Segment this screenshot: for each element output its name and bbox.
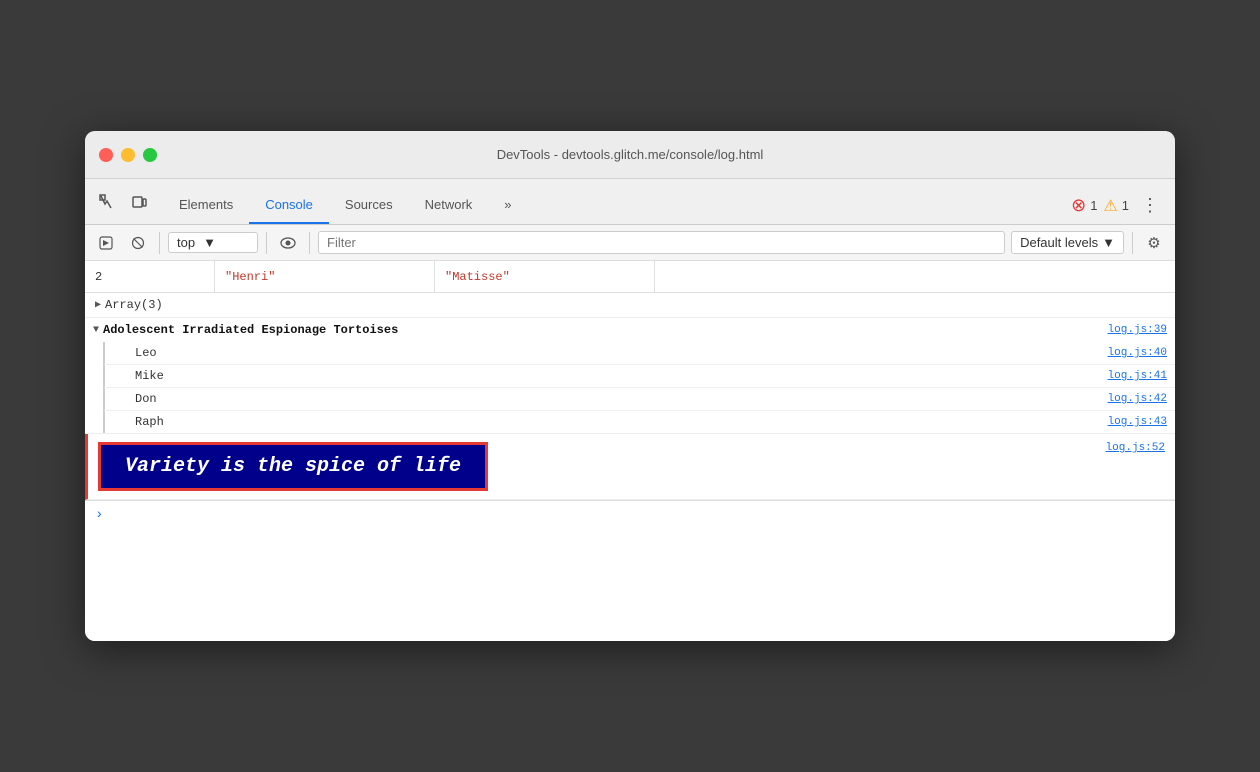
log-item-name: Don bbox=[135, 392, 157, 406]
list-item: Mike log.js:41 bbox=[103, 365, 1175, 388]
console-toolbar: top ▼ Default levels ▼ ⚙ bbox=[85, 225, 1175, 261]
toolbar-divider bbox=[159, 232, 160, 254]
toolbar-divider-2 bbox=[266, 232, 267, 254]
inspect-icon[interactable] bbox=[93, 188, 121, 216]
log-group-header[interactable]: ▼ Adolescent Irradiated Espionage Tortoi… bbox=[85, 318, 1175, 342]
group-source-ref[interactable]: log.js:39 bbox=[1108, 324, 1167, 336]
log-group-header-left: ▼ Adolescent Irradiated Espionage Tortoi… bbox=[93, 323, 398, 337]
prompt-icon: › bbox=[95, 507, 103, 523]
toolbar-divider-4 bbox=[1132, 232, 1133, 254]
warn-count: 1 bbox=[1122, 198, 1129, 213]
settings-icon[interactable]: ⚙ bbox=[1141, 230, 1167, 256]
minimize-button[interactable] bbox=[121, 148, 135, 162]
close-button[interactable] bbox=[99, 148, 113, 162]
array-row[interactable]: ▶ Array(3) bbox=[85, 293, 1175, 318]
styled-console-box: Variety is the spice of life bbox=[98, 442, 488, 491]
tab-more[interactable]: » bbox=[488, 186, 527, 224]
group-collapse-icon: ▼ bbox=[93, 325, 99, 336]
error-icon: ⊗ bbox=[1071, 195, 1086, 216]
expand-triangle-icon: ▶ bbox=[95, 299, 101, 311]
filter-input[interactable] bbox=[318, 231, 1005, 254]
table-cell-empty bbox=[655, 261, 1175, 292]
window-title: DevTools - devtools.glitch.me/console/lo… bbox=[497, 147, 764, 162]
devtools-window: DevTools - devtools.glitch.me/console/lo… bbox=[85, 131, 1175, 641]
warn-icon: ⚠ bbox=[1103, 196, 1117, 216]
list-item: Leo log.js:40 bbox=[103, 342, 1175, 365]
context-selector[interactable]: top ▼ bbox=[168, 232, 258, 253]
tab-bar-icons bbox=[93, 188, 153, 224]
table-cell-firstname: "Henri" bbox=[215, 261, 435, 292]
clear-console-icon[interactable] bbox=[125, 230, 151, 256]
maximize-button[interactable] bbox=[143, 148, 157, 162]
list-item: Don log.js:42 bbox=[103, 388, 1175, 411]
tab-bar: Elements Console Sources Network » ⊗ 1 ⚠… bbox=[85, 179, 1175, 225]
styled-text: Variety is the spice of life bbox=[125, 455, 461, 478]
array-label: Array(3) bbox=[105, 298, 163, 312]
styled-source-ref[interactable]: log.js:52 bbox=[1106, 442, 1165, 454]
traffic-lights bbox=[85, 148, 157, 162]
tab-network[interactable]: Network bbox=[409, 186, 489, 224]
log-item-ref[interactable]: log.js:43 bbox=[1108, 416, 1167, 428]
console-input-row: › bbox=[85, 500, 1175, 529]
table-data-row: 2 "Henri" "Matisse" bbox=[85, 261, 1175, 293]
device-icon[interactable] bbox=[125, 188, 153, 216]
group-title: Adolescent Irradiated Espionage Tortoise… bbox=[103, 323, 398, 337]
table-cell-index: 2 bbox=[85, 261, 215, 292]
log-item-name: Raph bbox=[135, 415, 164, 429]
title-bar: DevTools - devtools.glitch.me/console/lo… bbox=[85, 131, 1175, 179]
kebab-menu-button[interactable]: ⋮ bbox=[1135, 195, 1165, 216]
run-script-icon[interactable] bbox=[93, 230, 119, 256]
log-item-ref[interactable]: log.js:40 bbox=[1108, 347, 1167, 359]
toolbar-divider-3 bbox=[309, 232, 310, 254]
log-item-ref[interactable]: log.js:42 bbox=[1108, 393, 1167, 405]
log-item-name: Mike bbox=[135, 369, 164, 383]
tab-sources[interactable]: Sources bbox=[329, 186, 409, 224]
log-item-ref[interactable]: log.js:41 bbox=[1108, 370, 1167, 382]
tab-bar-right: ⊗ 1 ⚠ 1 ⋮ bbox=[1071, 195, 1175, 224]
log-item-name: Leo bbox=[135, 346, 157, 360]
log-group: ▼ Adolescent Irradiated Espionage Tortoi… bbox=[85, 318, 1175, 434]
console-output: 2 "Henri" "Matisse" ▶ Array(3) ▼ Adolesc… bbox=[85, 261, 1175, 641]
eye-icon[interactable] bbox=[275, 230, 301, 256]
error-badge: ⊗ 1 bbox=[1071, 195, 1097, 216]
error-count: 1 bbox=[1090, 198, 1097, 213]
log-levels-button[interactable]: Default levels ▼ bbox=[1011, 231, 1124, 254]
styled-output-row: Variety is the spice of life log.js:52 bbox=[85, 434, 1175, 500]
list-item: Raph log.js:43 bbox=[103, 411, 1175, 433]
table-cell-lastname: "Matisse" bbox=[435, 261, 655, 292]
warn-badge: ⚠ 1 bbox=[1103, 196, 1129, 216]
tab-elements[interactable]: Elements bbox=[163, 186, 249, 224]
tab-console[interactable]: Console bbox=[249, 186, 329, 224]
